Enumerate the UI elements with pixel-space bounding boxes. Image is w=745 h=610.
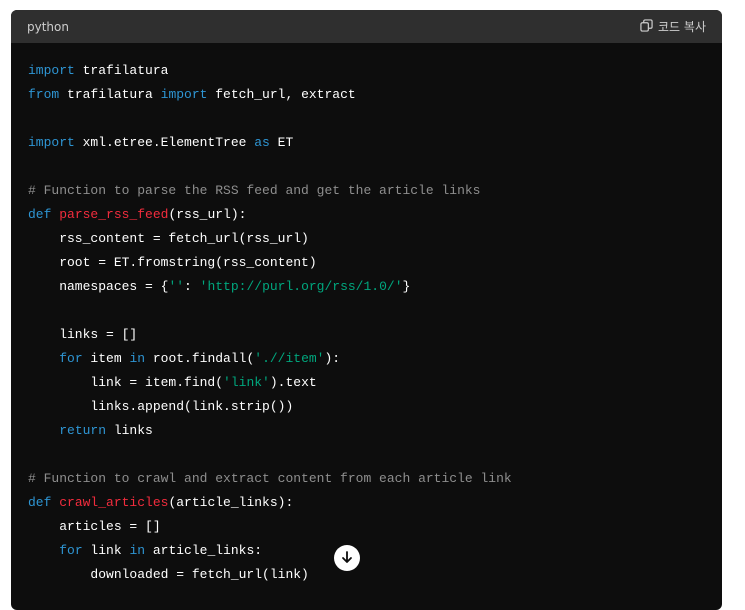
code-token: trafilatura — [74, 63, 169, 78]
code-line: import trafilatura — [28, 59, 722, 83]
code-token: : — [184, 279, 200, 294]
code-token: trafilatura — [59, 87, 161, 102]
code-token: (article_links): — [168, 495, 294, 510]
copy-code-button[interactable]: 코드 복사 — [640, 18, 706, 35]
code-token: def — [28, 495, 52, 510]
language-label: python — [27, 19, 69, 34]
code-token: parse_rss_feed — [59, 207, 169, 222]
code-token: from — [28, 87, 60, 102]
code-token: import — [160, 87, 208, 102]
code-line: # Function to crawl and extract content … — [28, 467, 722, 491]
code-token: in — [129, 543, 146, 558]
code-token: xml.etree.ElementTree — [74, 135, 255, 150]
code-token: '' — [168, 279, 185, 294]
code-line: downloaded = fetch_url(link) — [28, 563, 722, 587]
code-block: python 코드 복사 import trafilatura from traf… — [11, 10, 722, 610]
code-token: articles = [] — [28, 519, 161, 534]
code-token: for — [59, 351, 83, 366]
code-token: def — [28, 207, 52, 222]
code-token: as — [254, 135, 270, 150]
code-line: from trafilatura import fetch_url, extra… — [28, 83, 722, 107]
code-line: links.append(link.strip()) — [28, 395, 722, 419]
code-line: link = item.find('link').text — [28, 371, 722, 395]
code-token: (rss_url): — [168, 207, 247, 222]
code-token: namespaces = { — [28, 279, 169, 294]
code-line: root = ET.fromstring(rss_content) — [28, 251, 722, 275]
code-token: link = item.find( — [28, 375, 224, 390]
code-token: for — [59, 543, 83, 558]
code-token: links — [106, 423, 153, 438]
code-token: } — [402, 279, 411, 294]
code-token: links.append(link.strip()) — [28, 399, 294, 414]
code-token: ET — [269, 135, 294, 150]
code-token: import — [28, 135, 75, 150]
arrow-down-icon — [340, 549, 354, 568]
code-token: ): — [324, 351, 341, 366]
code-token: in — [129, 351, 146, 366]
scroll-to-bottom-button[interactable] — [334, 545, 360, 571]
code-token: # Function to parse the RSS feed and get… — [28, 183, 481, 198]
code-line: namespaces = {'': 'http://purl.org/rss/1… — [28, 275, 722, 299]
code-line: # Function to parse the RSS feed and get… — [28, 179, 722, 203]
code-token: fetch_url, extract — [207, 87, 356, 102]
code-token: import — [28, 63, 75, 78]
copy-code-label: 코드 복사 — [658, 20, 706, 34]
code-token: links = [] — [28, 327, 138, 342]
code-line: import xml.etree.ElementTree as ET — [28, 131, 722, 155]
code-token: crawl_articles — [59, 495, 169, 510]
code-token: return — [59, 423, 107, 438]
code-line: for link in article_links: — [28, 539, 722, 563]
code-token: link — [82, 543, 130, 558]
code-content: import trafilatura from trafilatura impor… — [11, 43, 722, 587]
code-block-header: python 코드 복사 — [11, 10, 722, 43]
code-token: 'link' — [223, 375, 270, 390]
code-token: 'http://purl.org/rss/1.0/' — [199, 279, 403, 294]
code-token: item — [82, 351, 130, 366]
copy-icon — [640, 18, 653, 35]
code-token: './/item' — [254, 351, 325, 366]
code-line: for item in root.findall('.//item'): — [28, 347, 722, 371]
code-token: root.findall( — [145, 351, 255, 366]
code-token: downloaded = fetch_url(link) — [28, 567, 309, 582]
code-line: def crawl_articles(article_links): — [28, 491, 722, 515]
code-line: links = [] — [28, 323, 722, 347]
code-token: root = ET.fromstring(rss_content) — [28, 255, 317, 270]
code-line: def parse_rss_feed(rss_url): — [28, 203, 722, 227]
code-line: return links — [28, 419, 722, 443]
code-token: article_links: — [145, 543, 263, 558]
code-line: articles = [] — [28, 515, 722, 539]
code-line: rss_content = fetch_url(rss_url) — [28, 227, 722, 251]
code-token: ).text — [269, 375, 317, 390]
code-token: rss_content = fetch_url(rss_url) — [28, 231, 309, 246]
code-token: # Function to crawl and extract content … — [28, 471, 512, 486]
